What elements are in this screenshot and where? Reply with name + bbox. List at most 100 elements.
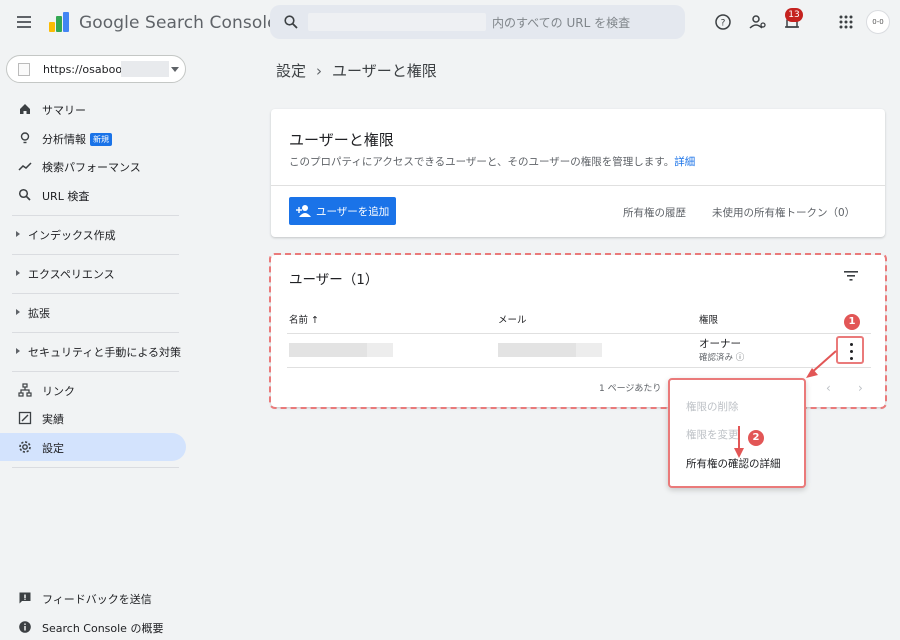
rows-per-page-label: 1 ページあたり (599, 384, 662, 394)
apps-grid-icon[interactable] (836, 12, 856, 32)
sidebar-item-summary[interactable]: サマリー (0, 95, 186, 123)
sidebar-item-about[interactable]: Search Console の概要 (0, 615, 186, 639)
sidebar-section-indexing[interactable]: インデックス作成 (0, 220, 186, 248)
breadcrumb-parent[interactable]: 設定 (276, 62, 306, 80)
sidebar-item-achievements[interactable]: 実績 (0, 404, 186, 432)
search-placeholder: 内のすべての URL を検査 (492, 16, 631, 30)
sidebar-item-links[interactable]: リンク (0, 376, 186, 404)
expand-arrow-icon (16, 231, 20, 237)
edit-icon (18, 411, 32, 425)
sidebar-divider (12, 332, 179, 333)
sidebar-section-label: エクスペリエンス (28, 268, 115, 281)
search-icon (284, 15, 298, 29)
add-user-label: ユーザーを追加 (316, 206, 390, 218)
feedback-icon (19, 592, 31, 604)
menu-item-ownership-details[interactable]: 所有権の確認の詳細 (686, 456, 781, 471)
card-title: ユーザーと権限 (289, 131, 394, 149)
card-description: このプロパティにアクセスできるユーザーと、そのユーザーの権限を管理します。詳細 (289, 156, 696, 168)
home-icon (20, 104, 30, 114)
lightbulb-icon (20, 132, 30, 144)
menu-item-remove-permission: 権限の削除 (686, 401, 739, 413)
person-add-icon (296, 205, 311, 217)
next-page-icon[interactable]: › (858, 381, 863, 395)
sidebar-item-label: 分析情報 新規 (42, 131, 112, 147)
property-page-icon (18, 63, 30, 76)
row-more-options-button[interactable] (839, 339, 863, 363)
search-console-logo (49, 12, 69, 32)
sidebar-item-label: 検索パフォーマンス (42, 161, 141, 174)
verified-status: 確認済み ⓘ (699, 353, 745, 363)
annotation-step-2: 2 (748, 430, 764, 446)
header-divider (287, 333, 871, 334)
row-divider (287, 367, 871, 368)
permissions-card: ユーザーと権限 このプロパティにアクセスできるユーザーと、そのユーザーの権限を管… (271, 109, 885, 237)
expand-arrow-icon (16, 270, 20, 276)
sidebar-item-label: 実績 (42, 413, 64, 426)
help-icon[interactable]: ? (713, 12, 733, 32)
sidebar-divider (12, 371, 179, 372)
menu-item-change-permission: 権限を変更 (686, 429, 739, 441)
permission-value: オーナー (699, 338, 741, 350)
filter-icon[interactable] (843, 269, 859, 283)
sidebar-item-label: サマリー (42, 104, 86, 117)
dropdown-caret-icon (171, 67, 179, 72)
sidebar-divider (12, 254, 179, 255)
sidebar-divider (12, 467, 179, 468)
hamburger-icon[interactable] (17, 16, 31, 28)
gear-icon (19, 441, 31, 453)
new-badge: 新規 (90, 133, 112, 146)
previous-page-icon[interactable]: ‹ (826, 381, 831, 395)
redacted-domain (308, 13, 486, 31)
sidebar-item-label: リンク (42, 385, 75, 398)
column-header-permission: 権限 (699, 315, 719, 326)
sidebar-section-label: セキュリティと手動による対策 (28, 346, 182, 359)
row-context-menu: 権限の削除 権限を変更 所有権の確認の詳細 (668, 378, 806, 488)
sidebar-divider (12, 293, 179, 294)
redacted-user-email (498, 343, 576, 357)
top-bar: Google Search Console 内のすべての URL を検査 ? 1… (0, 0, 900, 48)
svg-text:?: ? (721, 19, 726, 29)
redacted-user-name (289, 343, 367, 357)
sidebar-item-feedback[interactable]: フィードバックを送信 (0, 586, 186, 610)
column-header-email: メール (498, 315, 527, 326)
sidebar-section-label: 拡張 (28, 307, 50, 320)
breadcrumb-current: ユーザーと権限 (332, 62, 437, 80)
app-title: Google Search Console (79, 13, 278, 33)
card-divider (271, 185, 885, 186)
sidebar-item-url-inspection[interactable]: URL 検査 (0, 181, 186, 209)
account-avatar[interactable]: 0-0 (866, 10, 890, 34)
expand-arrow-icon (16, 309, 20, 315)
notification-badge: 13 (785, 8, 803, 22)
learn-more-link[interactable]: 詳細 (674, 156, 695, 168)
unused-tokens-link[interactable]: 未使用の所有権トークン（0） (712, 205, 855, 220)
search-icon (18, 188, 31, 201)
ownership-history-link[interactable]: 所有権の履歴 (623, 205, 686, 220)
chevron-right-icon: › (316, 62, 323, 80)
redacted-user-name-tail (367, 343, 393, 357)
property-selector[interactable]: https://osaboo (6, 55, 186, 83)
redacted-property (121, 61, 169, 77)
sidebar-section-experience[interactable]: エクスペリエンス (0, 259, 186, 287)
add-user-button[interactable]: ユーザーを追加 (289, 197, 396, 225)
sidebar-item-label: フィードバックを送信 (42, 593, 152, 606)
sidebar-item-performance[interactable]: 検索パフォーマンス (0, 152, 186, 180)
column-header-name[interactable]: 名前 ↑ (289, 312, 319, 326)
expand-arrow-icon (16, 348, 20, 354)
sitemap-icon (18, 383, 32, 397)
url-inspect-search[interactable]: 内のすべての URL を検査 (270, 5, 685, 39)
trending-icon (18, 162, 32, 171)
sidebar-section-security[interactable]: セキュリティと手動による対策 (0, 337, 186, 365)
sidebar-section-label: インデックス作成 (28, 229, 116, 242)
sidebar-divider (12, 215, 179, 216)
redacted-user-email-tail (576, 343, 602, 357)
info-icon (19, 621, 31, 633)
sidebar-item-insights[interactable]: 分析情報 新規 (0, 124, 186, 152)
sidebar-item-label: Search Console の概要 (42, 622, 164, 635)
user-settings-icon[interactable] (748, 12, 768, 32)
breadcrumb: 設定 › ユーザーと権限 (276, 60, 437, 81)
sidebar-section-enhancements[interactable]: 拡張 (0, 298, 186, 326)
sidebar-item-settings[interactable]: 設定 (0, 433, 186, 461)
sidebar-item-label: URL 検査 (42, 190, 90, 203)
users-table-title: ユーザー（1） (289, 272, 379, 288)
property-url: https://osaboo (43, 63, 123, 76)
